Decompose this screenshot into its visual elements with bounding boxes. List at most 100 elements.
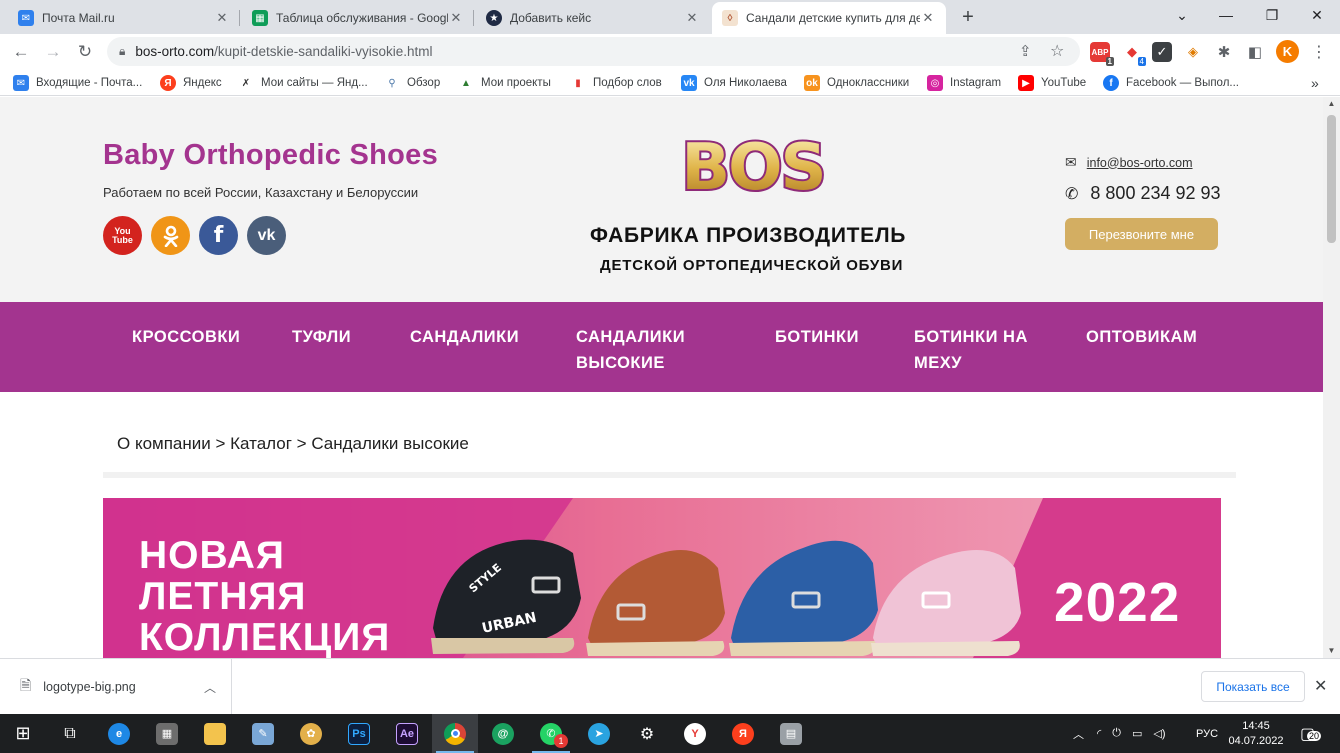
bookmark-label: Входящие - Почта... <box>36 77 143 89</box>
nav-item-high-sandals[interactable]: САНДАЛИКИ ВЫСОКИЕ <box>576 324 706 376</box>
taskbar-notepad[interactable]: ✎ <box>240 714 286 753</box>
address-bar[interactable]: 🔒︎ bos-orto.com/kupit-detskie-sandaliki-… <box>107 37 1080 66</box>
extension-a-icon[interactable]: ◆ 4 <box>1122 42 1146 66</box>
taskbar-after-effects[interactable]: Ae <box>384 714 430 753</box>
bookmark-vk[interactable]: vk Оля Николаева <box>681 74 787 92</box>
chevron-up-icon[interactable]: ︿ <box>1073 726 1084 742</box>
extension-check-icon[interactable]: ✓ <box>1152 42 1172 62</box>
nav-item-sandals[interactable]: САНДАЛИКИ <box>410 324 519 350</box>
extensions-puzzle-icon[interactable]: ✱ <box>1214 42 1234 62</box>
menu-kebab-icon[interactable]: ⋮ <box>1309 42 1329 62</box>
language-indicator[interactable]: РУС <box>1196 714 1218 753</box>
taskbar-email[interactable]: @ <box>480 714 526 753</box>
close-window-button[interactable]: ✕ <box>1294 0 1340 30</box>
close-downloads-icon[interactable]: ✕ <box>1314 676 1327 696</box>
site-header: Baby Orthopedic Shoes Работаем по всей Р… <box>0 97 1323 302</box>
bookmark-ok[interactable]: ok Одноклассники <box>804 74 909 92</box>
banner-line-1: НОВАЯ <box>139 534 285 577</box>
taskbar-photoshop[interactable]: Ps <box>336 714 382 753</box>
taskbar-settings[interactable]: ⚙ <box>624 714 670 753</box>
taskbar-whatsapp[interactable]: ✆ 1 <box>528 714 574 753</box>
task-view-button[interactable]: ⧉ <box>47 714 93 753</box>
tab-search-icon[interactable]: ⌄ <box>1159 0 1205 30</box>
bookmark-star-icon[interactable]: ☆ <box>1050 41 1064 61</box>
bookmark-my-sites[interactable]: ✗ Мои сайты — Янд... <box>238 74 368 92</box>
notifications-button[interactable]: ▢ 20 <box>1300 714 1322 753</box>
taskbar-telegram[interactable]: ➤ <box>576 714 622 753</box>
odnoklassniki-icon[interactable] <box>151 216 190 255</box>
profile-avatar[interactable]: K <box>1276 40 1299 63</box>
taskbar-explorer[interactable] <box>192 714 238 753</box>
nav-item-fur-boots[interactable]: БОТИНКИ НА МЕХУ <box>914 324 1039 376</box>
back-button[interactable]: ← <box>7 38 35 66</box>
scroll-up-icon[interactable]: ▲ <box>1323 97 1340 111</box>
volume-icon[interactable]: ◁) <box>1153 727 1165 740</box>
forward-button[interactable]: → <box>39 38 67 66</box>
close-icon[interactable]: ✕ <box>214 10 230 26</box>
contact-email[interactable]: ✉ info@bos-orto.com <box>1065 154 1193 171</box>
bookmark-wordstat[interactable]: ▮ Подбор слов <box>570 74 662 92</box>
tab-bos-active[interactable]: ◊ Сандали детские купить для дет ✕ <box>712 2 946 34</box>
page-scrollbar[interactable]: ▲ ▼ <box>1323 97 1340 658</box>
taskbar-calculator[interactable]: ▦ <box>144 714 190 753</box>
bos-logo[interactable]: BOS <box>676 127 830 207</box>
minimize-button[interactable]: — <box>1203 0 1249 30</box>
bookmark-yandex[interactable]: Я Яндекс <box>160 74 222 92</box>
download-item[interactable]: 🗎︎ logotype-big.png ︿ <box>14 659 232 715</box>
more-bookmarks-button[interactable]: » <box>1311 74 1319 92</box>
chevron-up-icon[interactable]: ︿ <box>204 679 216 696</box>
callback-button[interactable]: Перезвоните мне <box>1065 218 1218 250</box>
side-panel-icon[interactable]: ◧ <box>1245 42 1265 62</box>
bookmark-projects[interactable]: ▲ Мои проекты <box>458 74 551 92</box>
promo-banner[interactable]: URBAN STYLE НОВАЯ ЛЕТНЯЯ КОЛЛЕКЦИЯ 2022 <box>103 498 1221 658</box>
nav-item-shoes[interactable]: ТУФЛИ <box>292 324 351 350</box>
bookmark-mail[interactable]: ✉ Входящие - Почта... <box>13 74 142 92</box>
brand-title[interactable]: Baby Orthopedic Shoes <box>103 139 438 172</box>
usb-icon[interactable]: ⏻ <box>1112 727 1121 740</box>
tray-icons[interactable]: ︿ ◜ ⏻ ▭ ◁) <box>1073 714 1178 753</box>
contact-phone[interactable]: ✆ 8 800 234 92 93 <box>1065 183 1221 204</box>
restore-button[interactable]: ❐ <box>1249 0 1295 30</box>
taskbar-paint[interactable]: ✿ <box>288 714 334 753</box>
bookmark-youtube[interactable]: ▶ YouTube <box>1018 74 1086 92</box>
breadcrumb-catalog[interactable]: Каталог <box>230 434 292 453</box>
extension-b-icon[interactable]: ◈ <box>1183 42 1203 62</box>
clock[interactable]: 14:45 04.07.2022 <box>1228 714 1283 753</box>
facebook-icon[interactable]: f <box>199 216 238 255</box>
nav-item-wholesale[interactable]: ОПТОВИКАМ <box>1086 324 1197 350</box>
tab-add-case[interactable]: ★ Добавить кейс ✕ <box>476 2 710 34</box>
start-button[interactable]: ⊞ <box>0 714 46 753</box>
adblock-icon[interactable]: ABP 1 <box>1090 42 1114 66</box>
taskbar-edge[interactable]: e <box>96 714 142 753</box>
scroll-down-icon[interactable]: ▼ <box>1323 644 1340 658</box>
battery-icon[interactable]: ▭ <box>1132 727 1142 740</box>
bookmark-label: Яндекс <box>183 77 222 89</box>
taskbar-yandex[interactable]: Я <box>720 714 766 753</box>
nav-item-boots[interactable]: БОТИНКИ <box>775 324 859 350</box>
close-icon[interactable]: ✕ <box>448 10 464 26</box>
bookmark-instagram[interactable]: ◎ Instagram <box>927 74 1001 92</box>
close-icon[interactable]: ✕ <box>920 10 936 26</box>
bookmark-overview[interactable]: ⚲ Обзор <box>384 74 440 92</box>
show-all-button[interactable]: Показать все <box>1201 671 1305 702</box>
network-icon[interactable]: ◜ <box>1097 727 1101 740</box>
extension-a-badge: 4 <box>1137 57 1146 66</box>
scrollbar-thumb[interactable] <box>1327 115 1336 243</box>
new-tab-button[interactable]: + <box>956 6 980 28</box>
breadcrumb-about[interactable]: О компании <box>117 434 211 453</box>
taskbar-yandex-browser[interactable]: Y <box>672 714 718 753</box>
phone-number[interactable]: 8 800 234 92 93 <box>1090 183 1220 204</box>
share-icon[interactable]: ⇪ <box>1019 42 1032 60</box>
email-link[interactable]: info@bos-orto.com <box>1087 156 1193 170</box>
tab-mail[interactable]: ✉ Почта Mail.ru ✕ <box>8 2 240 34</box>
star-circle-icon: ★ <box>486 10 502 26</box>
bookmark-facebook[interactable]: f Facebook — Выпол... <box>1103 74 1239 92</box>
tab-sheets[interactable]: ▦ Таблица обслуживания - Google ✕ <box>242 2 474 34</box>
nav-item-sneakers[interactable]: КРОССОВКИ <box>132 324 240 350</box>
vk-icon[interactable]: vk <box>247 216 286 255</box>
taskbar-chrome[interactable] <box>432 714 478 753</box>
taskbar-printer[interactable]: ▤ <box>768 714 814 753</box>
youtube-icon[interactable]: You Tube <box>103 216 142 255</box>
close-icon[interactable]: ✕ <box>684 10 700 26</box>
reload-button[interactable]: ↻ <box>71 38 99 66</box>
